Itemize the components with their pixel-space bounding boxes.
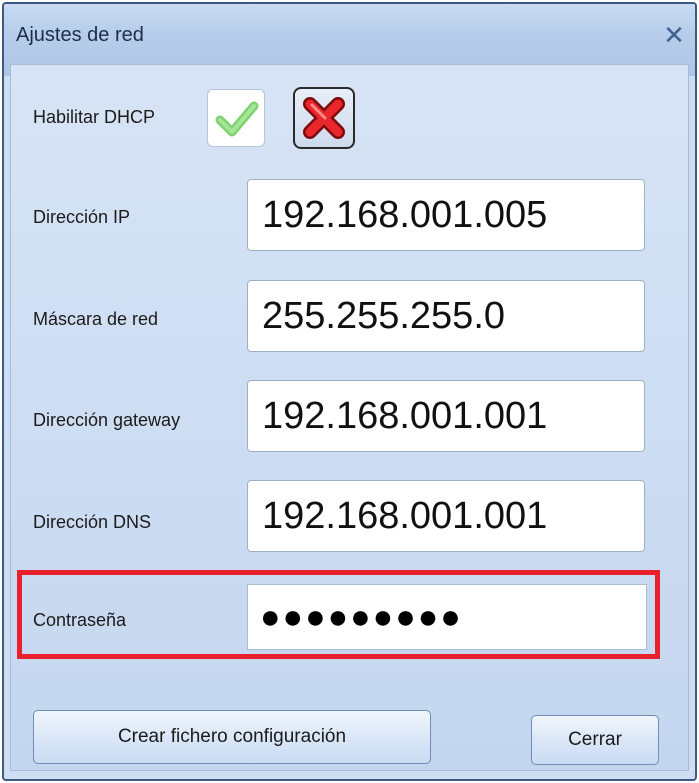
network-settings-window: Ajustes de red ✕ Habilitar DHCP Direcció… [2,2,697,781]
close-icon[interactable]: ✕ [661,22,687,48]
subnet-mask-field[interactable]: 255.255.255.0 [247,280,645,352]
disable-dhcp-button[interactable] [293,87,355,149]
ip-label: Dirección IP [33,207,131,227]
ip-address-field[interactable]: 192.168.001.005 [247,179,645,251]
dns-field[interactable]: 192.168.001.001 [247,480,645,552]
dhcp-label: Habilitar DHCP [33,107,156,127]
create-config-file-button[interactable]: Crear fichero configuración [33,710,431,764]
gateway-field[interactable]: 192.168.001.001 [247,380,645,452]
window-title: Ajustes de red [16,24,144,46]
password-label: Contraseña [33,610,127,630]
red-x-icon [303,97,345,139]
close-button[interactable]: Cerrar [531,715,659,765]
checkmark-icon [215,101,259,137]
enable-dhcp-button[interactable] [207,89,265,147]
dialog-body: Habilitar DHCP Dirección IP 192.168.001.… [10,64,689,771]
gateway-label: Dirección gateway [33,410,181,430]
password-field[interactable]: ●●●●●●●●● [247,584,647,650]
dns-label: Dirección DNS [33,512,152,532]
subnet-mask-label: Máscara de red [33,309,159,329]
